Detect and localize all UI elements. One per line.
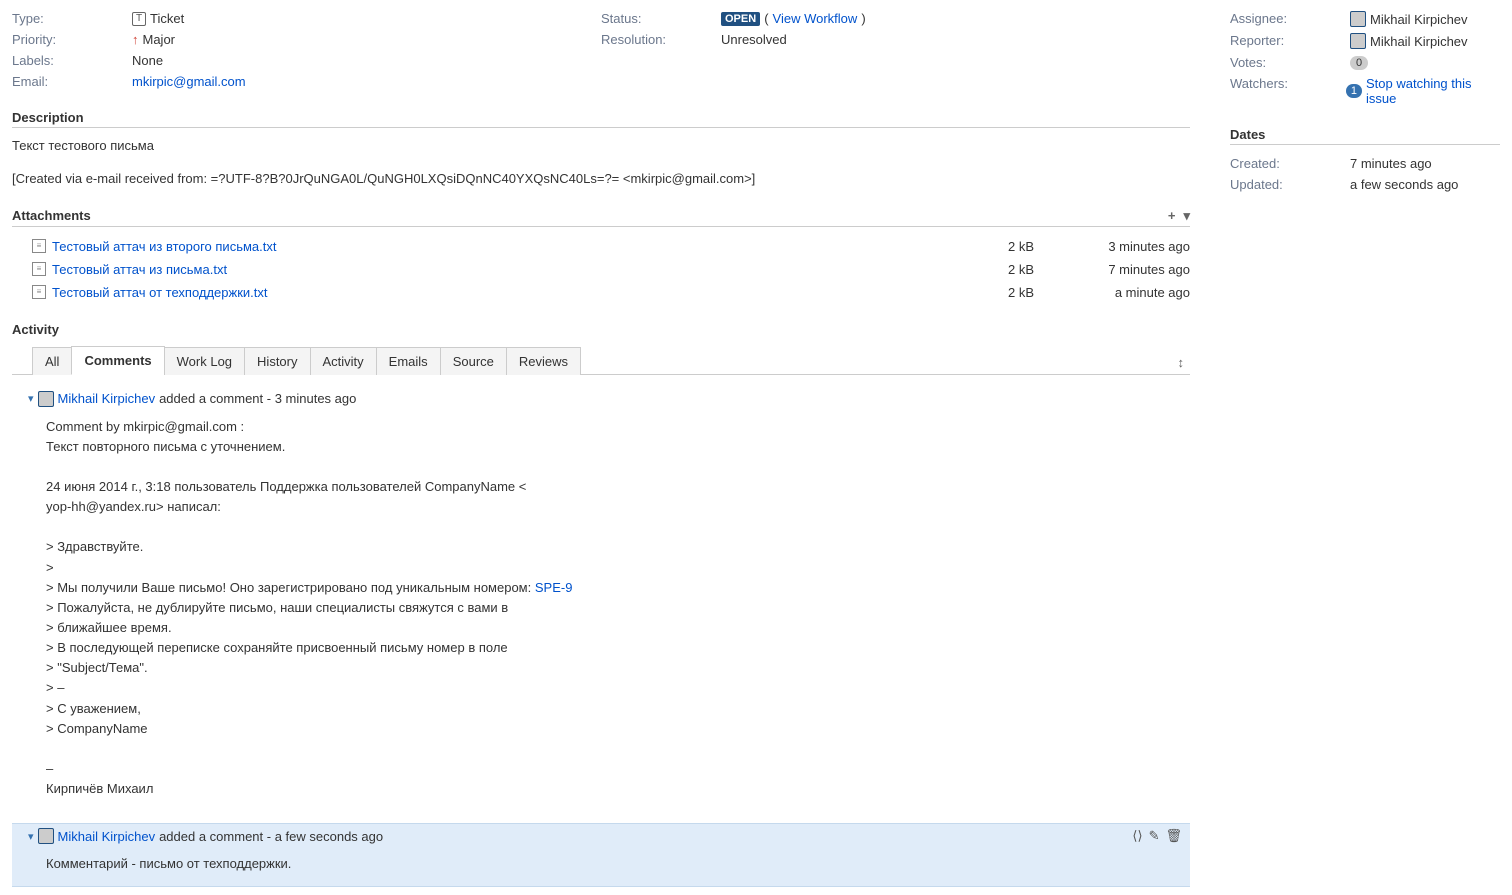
tab-work-log[interactable]: Work Log bbox=[164, 347, 245, 375]
attachment-time: 3 minutes ago bbox=[1040, 239, 1190, 254]
type-label: Type: bbox=[12, 8, 132, 29]
email-label: Email: bbox=[12, 71, 132, 92]
activity-header: Activity bbox=[12, 322, 1190, 339]
votes-label: Votes: bbox=[1230, 52, 1350, 73]
description-body: Текст тестового письма [Created via e-ma… bbox=[12, 136, 1190, 190]
avatar-icon bbox=[1350, 33, 1366, 49]
tab-all[interactable]: All bbox=[32, 347, 72, 375]
attachment-menu-icon[interactable]: ▾ bbox=[1183, 208, 1190, 224]
details-panel: Type: T Ticket Status: OPEN (View Workfl… bbox=[12, 8, 1190, 92]
updated-label: Updated: bbox=[1230, 174, 1350, 195]
attachment-size: 2 kB bbox=[954, 285, 1034, 300]
delete-icon[interactable]: 🗑 bbox=[1165, 828, 1182, 844]
attachment-row: ≡ Тестовый аттач из письма.txt 2 kB 7 minut… bbox=[12, 258, 1190, 281]
assignee-label: Assignee: bbox=[1230, 8, 1350, 30]
attachment-row: ≡ Тестовый аттач из второго письма.txt 2 k… bbox=[12, 235, 1190, 258]
updated-value: a few seconds ago bbox=[1350, 174, 1458, 195]
description-header: Description bbox=[12, 110, 1190, 128]
resolution-label: Resolution: bbox=[601, 29, 721, 50]
assignee-value: Mikhail Kirpichev bbox=[1370, 12, 1468, 27]
collapse-icon[interactable]: ▾ bbox=[28, 392, 34, 405]
comment-author-link[interactable]: Mikhail Kirpichev bbox=[58, 829, 156, 844]
file-icon: ≡ bbox=[32, 262, 46, 276]
tab-source[interactable]: Source bbox=[440, 347, 507, 375]
sort-icon[interactable]: ↕ bbox=[1172, 351, 1191, 374]
attachment-time: 7 minutes ago bbox=[1040, 262, 1190, 277]
tab-activity[interactable]: Activity bbox=[310, 347, 377, 375]
labels-value: None bbox=[132, 50, 163, 71]
attachment-time: a minute ago bbox=[1040, 285, 1190, 300]
tab-reviews[interactable]: Reviews bbox=[506, 347, 581, 375]
priority-major-icon: ↑ bbox=[132, 32, 139, 47]
attachment-size: 2 kB bbox=[954, 262, 1034, 277]
avatar-icon bbox=[1350, 11, 1366, 27]
attachment-row: ≡ Тестовый аттач от техподдержки.txt 2 kB a… bbox=[12, 281, 1190, 304]
issue-link[interactable]: SPE-9 bbox=[535, 580, 573, 595]
reporter-value: Mikhail Kirpichev bbox=[1370, 34, 1468, 49]
comment: ▾ Mikhail Kirpichev added a comment - a f… bbox=[12, 823, 1190, 887]
comment-body: Комментарий - письмо от техподдержки. bbox=[28, 844, 1186, 874]
edit-icon[interactable]: ✎ bbox=[1149, 828, 1160, 844]
stop-watching-link[interactable]: Stop watching this issue bbox=[1366, 76, 1500, 106]
comment-meta: added a comment - a few seconds ago bbox=[159, 829, 383, 844]
view-workflow-link[interactable]: View Workflow bbox=[773, 11, 858, 26]
file-icon: ≡ bbox=[32, 285, 46, 299]
comment-author-link[interactable]: Mikhail Kirpichev bbox=[58, 391, 156, 406]
comment-meta: added a comment - 3 minutes ago bbox=[159, 391, 356, 406]
tab-emails[interactable]: Emails bbox=[376, 347, 441, 375]
type-value: Ticket bbox=[150, 11, 184, 26]
attachment-add-icon[interactable]: + bbox=[1168, 208, 1176, 224]
file-icon: ≡ bbox=[32, 239, 46, 253]
watchers-badge: 1 bbox=[1346, 84, 1362, 98]
attachment-size: 2 kB bbox=[954, 239, 1034, 254]
votes-badge: 0 bbox=[1350, 56, 1368, 70]
reporter-label: Reporter: bbox=[1230, 30, 1350, 52]
email-value-link[interactable]: mkirpic@gmail.com bbox=[132, 74, 246, 89]
tab-history[interactable]: History bbox=[244, 347, 310, 375]
dates-header: Dates bbox=[1230, 127, 1500, 145]
priority-value: Major bbox=[143, 32, 176, 47]
attachment-link[interactable]: Тестовый аттач от техподдержки.txt bbox=[52, 285, 948, 300]
status-badge: OPEN bbox=[721, 12, 760, 26]
attachment-link[interactable]: Тестовый аттач из второго письма.txt bbox=[52, 239, 948, 254]
labels-label: Labels: bbox=[12, 50, 132, 71]
attachment-link[interactable]: Тестовый аттач из письма.txt bbox=[52, 262, 948, 277]
avatar-icon bbox=[38, 828, 54, 844]
comment: ▾ Mikhail Kirpichev added a comment - 3 m… bbox=[12, 387, 1190, 812]
status-label: Status: bbox=[601, 8, 721, 29]
collapse-icon[interactable]: ▾ bbox=[28, 830, 34, 843]
attachments-header: Attachments + ▾ bbox=[12, 208, 1190, 227]
permalink-icon[interactable]: ⟨⟩ bbox=[1132, 828, 1142, 844]
ticket-icon: T bbox=[132, 12, 146, 26]
created-label: Created: bbox=[1230, 153, 1350, 174]
activity-tabs: AllCommentsWork LogHistoryActivityEmails… bbox=[12, 345, 1190, 375]
resolution-value: Unresolved bbox=[721, 29, 787, 50]
avatar-icon bbox=[38, 391, 54, 407]
comment-body: Comment by mkirpic@gmail.com :Текст повт… bbox=[28, 407, 1186, 800]
tab-comments[interactable]: Comments bbox=[71, 346, 164, 375]
priority-label: Priority: bbox=[12, 29, 132, 50]
watchers-label: Watchers: bbox=[1230, 73, 1346, 109]
created-value: 7 minutes ago bbox=[1350, 153, 1432, 174]
